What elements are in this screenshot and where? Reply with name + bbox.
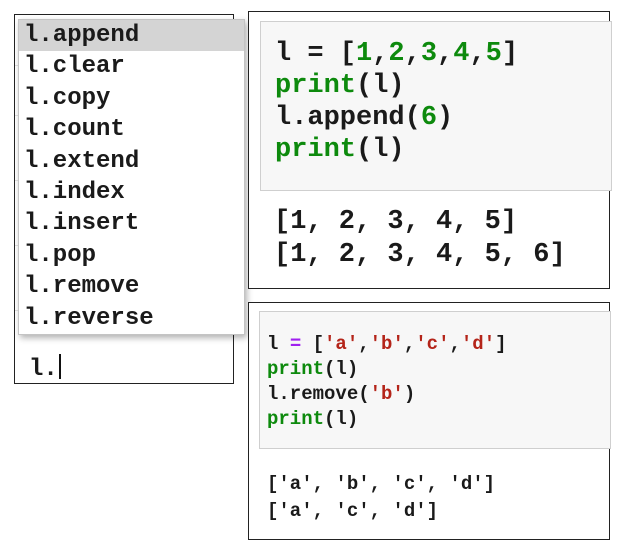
code-token: l.remove( (267, 383, 370, 405)
autocomplete-item[interactable]: l.count (19, 114, 244, 145)
string-literal: 'c' (415, 333, 450, 355)
code-line: print(l) (267, 407, 610, 432)
number-literal: 1 (356, 39, 373, 69)
code-token: ) (388, 135, 405, 165)
code-token: , (469, 39, 486, 69)
output-line: ['a', 'c', 'd'] (267, 500, 439, 522)
autocomplete-item[interactable]: l.insert (19, 208, 244, 239)
editor-panel[interactable]: l.append l.clear l.copy l.count l.extend… (14, 14, 245, 385)
code-input[interactable]: l = ['a','b','c','d'] print(l) l.remove(… (259, 311, 611, 449)
autocomplete-item[interactable]: l.copy (19, 83, 244, 114)
code-token: (l) (324, 358, 359, 380)
string-literal: 'd' (460, 333, 496, 355)
code-line: print(l) (267, 357, 610, 382)
code-line: l = [1,2,3,4,5] (275, 38, 611, 70)
code-token: l (267, 333, 290, 355)
code-token: , (437, 39, 454, 69)
cell-output: [1, 2, 3, 4, 5] [1, 2, 3, 4, 5, 6] (274, 206, 566, 272)
code-token: l.append( (275, 103, 421, 133)
code-token: [ (301, 333, 325, 355)
output-line: [1, 2, 3, 4, 5] (274, 207, 518, 237)
string-literal: 'b' (369, 333, 404, 355)
number-literal: 3 (420, 39, 438, 69)
code-line: print(l) (275, 134, 611, 166)
autocomplete-item[interactable]: l.append (19, 20, 244, 52)
operator: = (289, 333, 302, 355)
code-line: print(l) (275, 70, 611, 102)
string-literal: 'b' (369, 383, 404, 405)
code-token: ] (495, 333, 507, 355)
string-literal: 'a' (324, 333, 359, 355)
autocomplete-item[interactable]: l.clear (19, 51, 244, 82)
text-cursor (58, 354, 61, 379)
editor-input-line[interactable]: l. (29, 354, 61, 385)
code-token: ) (403, 383, 416, 405)
code-token: ] (501, 39, 519, 69)
code-token: ( (356, 135, 373, 165)
number-literal: 5 (485, 39, 502, 69)
autocomplete-item[interactable]: l.remove (19, 271, 244, 302)
editor-text: l. (29, 356, 58, 383)
autocomplete-item[interactable]: l.index (19, 177, 244, 208)
code-token: ) (437, 103, 454, 133)
code-token: , (449, 333, 461, 355)
notebook-cell-append[interactable]: l = [1,2,3,4,5] print(l) l.append(6) pri… (248, 11, 612, 289)
code-token: ) (388, 71, 405, 101)
notebook-cell-remove[interactable]: l = ['a','b','c','d'] print(l) l.remove(… (248, 302, 611, 540)
builtin-keyword: print (267, 408, 325, 430)
builtin-keyword: print (275, 135, 357, 165)
cell-output: ['a', 'b', 'c', 'd'] ['a', 'c', 'd'] (267, 471, 495, 525)
autocomplete-item[interactable]: l.reverse (19, 303, 244, 334)
output-line: ['a', 'b', 'c', 'd'] (267, 473, 496, 495)
number-literal: 4 (453, 39, 470, 69)
code-token: , (404, 39, 421, 69)
code-token: l (372, 71, 389, 101)
number-literal: 2 (388, 39, 405, 69)
autocomplete-item[interactable]: l.pop (19, 240, 244, 271)
builtin-keyword: print (267, 358, 325, 380)
code-token: , (372, 39, 389, 69)
code-line: l.remove('b') (267, 382, 610, 407)
code-line: l.append(6) (275, 102, 611, 134)
code-token: l (372, 135, 389, 165)
autocomplete-dropdown[interactable]: l.append l.clear l.copy l.count l.extend… (18, 19, 245, 335)
code-token: , (358, 333, 370, 355)
builtin-keyword: print (275, 71, 357, 101)
code-line: l = ['a','b','c','d'] (267, 332, 610, 357)
code-token: ( (356, 71, 373, 101)
autocomplete-item[interactable]: l.extend (19, 146, 244, 177)
code-token: , (403, 333, 416, 355)
code-input[interactable]: l = [1,2,3,4,5] print(l) l.append(6) pri… (260, 21, 612, 191)
code-token: l = [ (275, 39, 357, 69)
number-literal: 6 (420, 103, 438, 133)
output-line: [1, 2, 3, 4, 5, 6] (274, 240, 566, 270)
code-token: (l) (324, 408, 359, 430)
